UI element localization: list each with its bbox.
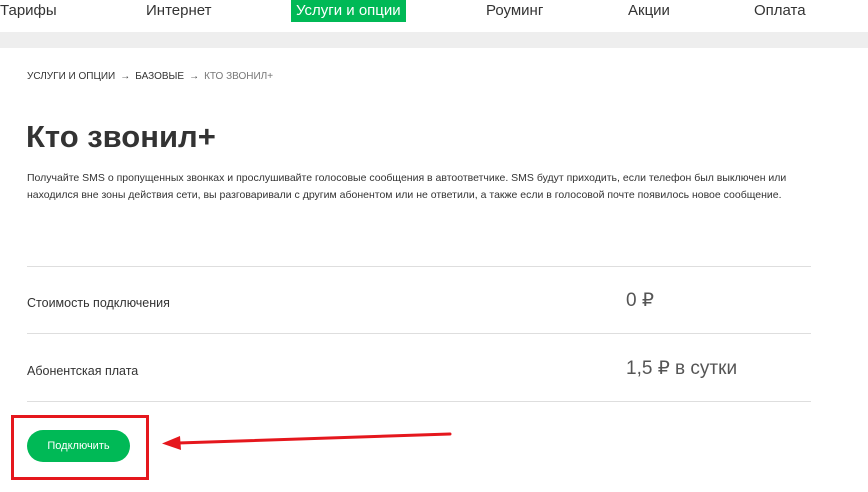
pricing-divider-middle <box>27 333 811 334</box>
breadcrumb-separator: → <box>120 71 131 82</box>
page-title: Кто звонил+ <box>26 119 216 154</box>
connection-cost-value: 0 ₽ <box>626 290 654 311</box>
nav-item-roaming[interactable]: Роуминг <box>486 0 543 22</box>
connection-cost-label: Стоимость подключения <box>27 296 170 310</box>
breadcrumb-item-current: КТО ЗВОНИЛ+ <box>204 71 274 82</box>
breadcrumb-item-services-options[interactable]: УСЛУГИ И ОПЦИИ <box>27 71 115 83</box>
pricing-divider-bottom <box>27 401 811 402</box>
connect-button[interactable]: Подключить <box>27 430 130 462</box>
annotation-arrow-icon <box>162 432 452 450</box>
nav-item-internet[interactable]: Интернет <box>146 0 211 22</box>
subscription-fee-label: Абонентская плата <box>27 364 139 378</box>
service-description: Получайте SMS о пропущенных звонках и пр… <box>27 172 787 201</box>
pricing-divider-top <box>27 266 811 267</box>
top-navigation: Тарифы Интернет Услуги и опции Роуминг А… <box>0 0 868 32</box>
nav-item-services-options[interactable]: Услуги и опции <box>291 0 406 22</box>
subscription-fee-value: 1,5 ₽ в сутки <box>626 358 738 379</box>
breadcrumb: УСЛУГИ И ОПЦИИ → БАЗОВЫЕ → КТО ЗВОНИЛ+ <box>27 71 273 83</box>
nav-item-payment[interactable]: Оплата <box>754 0 806 22</box>
header-separator-band <box>0 32 868 48</box>
nav-item-promotions[interactable]: Акции <box>628 0 670 22</box>
breadcrumb-separator: → <box>189 71 200 82</box>
breadcrumb-item-basic[interactable]: БАЗОВЫЕ <box>135 71 184 83</box>
nav-item-tariffs[interactable]: Тарифы <box>0 0 57 22</box>
